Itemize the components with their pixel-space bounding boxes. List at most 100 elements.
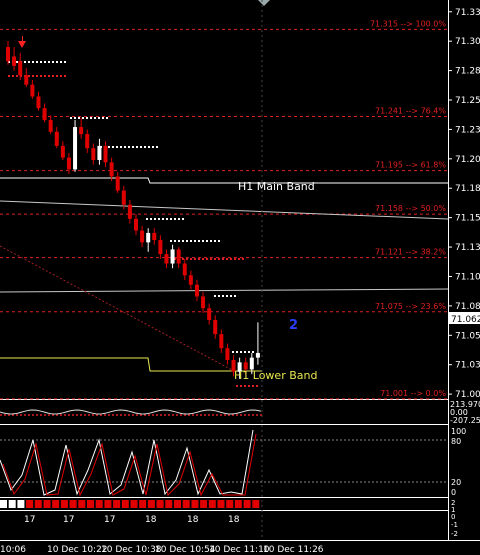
candle-body <box>176 249 181 264</box>
candle-body <box>12 56 17 66</box>
indicator-stochastic <box>0 429 448 497</box>
price-tick: 71.055 <box>455 331 480 341</box>
trendline-lower <box>0 288 449 293</box>
price-tick: 71.080 <box>455 302 480 312</box>
svg-text:10 Dec 11:10: 10 Dec 11:10 <box>209 545 270 555</box>
fib-label: 71.195 --> 61.8% <box>375 161 446 170</box>
candle-body <box>36 96 41 109</box>
main-band-line <box>0 177 448 184</box>
ind1-tick-2: -207.254 <box>450 416 480 425</box>
current-price-tag: 71.062 <box>449 312 480 325</box>
candle-body <box>188 275 193 285</box>
candle-body <box>30 84 35 97</box>
candle-body <box>170 249 175 264</box>
svg-text:10:06: 10:06 <box>0 545 26 555</box>
indicator-oscillator-1 <box>0 409 262 416</box>
price-tick: 71.305 <box>455 37 480 47</box>
candle-body <box>182 263 187 276</box>
candle-body <box>66 157 71 170</box>
fib-label: 71.121 --> 38.2% <box>375 248 446 257</box>
price-tick: 71.155 <box>455 214 480 224</box>
svg-text:17: 17 <box>104 515 115 525</box>
svg-text:10 Dec 10:22: 10 Dec 10:22 <box>47 545 108 555</box>
candle-body <box>127 204 132 219</box>
candle-body <box>249 357 254 370</box>
price-tick: 71.330 <box>455 8 480 18</box>
fib-label: 71.075 --> 23.6% <box>375 302 446 311</box>
price-tick: 71.105 <box>455 272 480 282</box>
fib-label: 71.001 --> 0.0% <box>380 389 446 398</box>
ind2-tick-1: 80 <box>451 437 461 446</box>
svg-text:10 Dec 10:38: 10 Dec 10:38 <box>101 545 162 555</box>
candle-body <box>85 134 90 149</box>
candle-body <box>152 232 157 240</box>
ind3-tick-2: 0 <box>451 513 455 521</box>
bar-labels: 17 17 17 18 18 18 18 <box>24 515 240 525</box>
price-tick: 71.130 <box>455 243 480 253</box>
candle-body <box>24 75 29 85</box>
svg-text:17: 17 <box>63 515 74 525</box>
candle-body <box>134 218 138 231</box>
bands <box>0 0 449 540</box>
candle-body <box>194 284 199 297</box>
ind2-tick-0: 100 <box>451 427 466 436</box>
candle-body <box>219 334 224 349</box>
candle-body <box>164 254 169 264</box>
candle-body <box>201 296 206 309</box>
price-tick: 71.230 <box>455 125 480 135</box>
svg-text:10 Dec 11:26: 10 Dec 11:26 <box>263 545 324 555</box>
lower-band-label: H1 Lower Band <box>234 369 317 382</box>
candle-body <box>109 162 114 177</box>
svg-text:17: 17 <box>24 515 35 525</box>
candle-body <box>121 190 126 205</box>
price-axis: 71.330 71.305 71.280 71.255 71.230 71.205 71.1… <box>448 8 480 400</box>
sell-arrow-icon <box>18 41 26 48</box>
candle-body <box>48 120 53 132</box>
price-tick: 71.255 <box>455 96 480 106</box>
price-tick: 71.205 <box>455 155 480 165</box>
ind2-tick-2: 20 <box>451 478 461 487</box>
candle-body <box>54 131 59 146</box>
candle-body <box>18 61 23 76</box>
scroll-marker-icon[interactable] <box>258 0 270 6</box>
time-axis: 10:06 10 Dec 10:22 10 Dec 10:38 10 Dec 1… <box>0 545 324 555</box>
candle-body <box>158 240 163 255</box>
candle-body <box>115 176 120 191</box>
ind3-tick-3: -1 <box>451 521 458 529</box>
diagonal-line <box>0 245 233 371</box>
candle-body <box>146 232 151 243</box>
wave-label: 2 <box>289 318 298 333</box>
price-tick: 71.005 <box>455 390 480 400</box>
svg-text:18: 18 <box>145 515 157 525</box>
candle-body <box>207 308 212 320</box>
fib-label: 71.241 --> 76.4% <box>375 106 446 115</box>
svg-text:18: 18 <box>187 515 199 525</box>
svg-text:71.062: 71.062 <box>451 315 480 325</box>
svg-text:18: 18 <box>228 515 240 525</box>
price-chart[interactable]: 71.315 --> 100.0% 71.241 --> 76.4% 71.195 … <box>0 0 480 555</box>
candle-body <box>225 348 230 360</box>
sell-arrow-stem <box>22 36 23 42</box>
candle-body <box>60 145 65 158</box>
svg-text:10 Dec 10:54: 10 Dec 10:54 <box>155 545 216 555</box>
candle-body <box>103 145 108 163</box>
indicator-histogram <box>0 500 260 508</box>
candle-body <box>91 148 96 160</box>
fib-label: 71.158 --> 50.0% <box>375 204 446 213</box>
candle-body <box>140 230 145 243</box>
fibonacci-levels: 71.315 --> 100.0% 71.241 --> 76.4% 71.195 … <box>0 19 448 400</box>
ind2-tick-3: 0 <box>451 488 456 497</box>
price-tick: 71.030 <box>455 361 480 371</box>
candle-body <box>213 320 218 335</box>
candle-body <box>42 108 47 120</box>
ind3-tick-4: -2 <box>451 530 458 538</box>
fib-label: 71.315 --> 100.0% <box>370 19 446 28</box>
candle-body <box>97 145 102 160</box>
main-band-label: H1 Main Band <box>238 180 315 193</box>
price-tick: 71.180 <box>455 184 480 194</box>
candle-body <box>255 352 260 358</box>
candle-body <box>6 47 10 62</box>
candle-body <box>79 127 84 135</box>
candle-body <box>73 127 78 170</box>
price-tick: 71.280 <box>455 67 480 77</box>
